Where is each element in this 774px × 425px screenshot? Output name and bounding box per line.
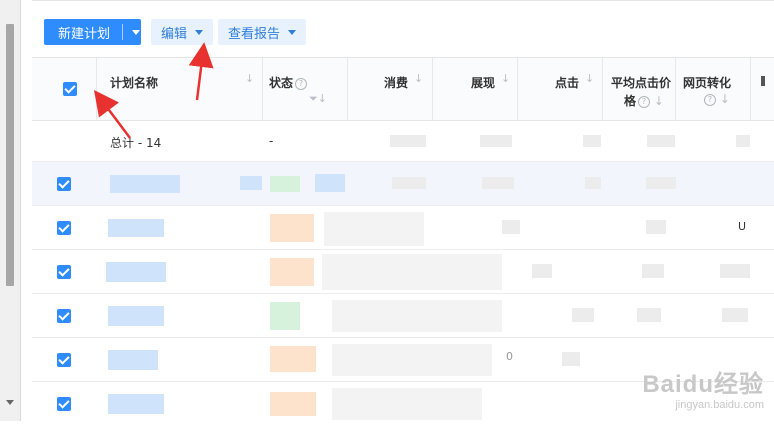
col-status[interactable]: 状态? ⏷↓ bbox=[263, 58, 348, 120]
filter-icon[interactable]: ⏷↓ bbox=[309, 92, 327, 106]
col-more bbox=[751, 58, 774, 120]
table-header: 计划名称 ↓ 状态? ⏷↓ 消费 ↓ 展现 ↓ 点击 ↓ 平均点击价 格? ↓ … bbox=[32, 58, 774, 121]
col-impressions[interactable]: 展现 ↓ bbox=[433, 58, 518, 120]
toolbar: 新建计划 编辑 查看报告 bbox=[32, 0, 774, 57]
chevron-down-icon bbox=[288, 29, 297, 35]
help-icon[interactable]: ? bbox=[704, 94, 716, 106]
total-label: 总计 - 14 bbox=[110, 136, 162, 150]
col-spend[interactable]: 消费 ↓ bbox=[348, 58, 433, 120]
chevron-down-icon[interactable] bbox=[132, 29, 140, 35]
plan-name-link[interactable] bbox=[110, 175, 180, 193]
plan-name-link[interactable] bbox=[108, 306, 164, 326]
status-badge bbox=[270, 346, 316, 372]
sort-arrow-icon[interactable]: ↓ bbox=[245, 72, 254, 85]
vertical-scrollbar[interactable] bbox=[0, 0, 21, 421]
table-row[interactable] bbox=[32, 250, 774, 294]
sort-arrow-icon[interactable]: ↓ bbox=[585, 72, 594, 85]
table-row[interactable] bbox=[32, 294, 774, 338]
row-checkbox[interactable] bbox=[57, 397, 71, 411]
scrollbar-thumb[interactable] bbox=[6, 24, 14, 286]
conversion-value: U bbox=[738, 220, 747, 233]
status-badge bbox=[270, 258, 314, 286]
watermark-brand: Baidu经验 bbox=[642, 371, 764, 398]
plan-name-link[interactable] bbox=[108, 394, 164, 414]
row-checkbox[interactable] bbox=[57, 221, 71, 235]
plan-name-link[interactable] bbox=[108, 350, 158, 370]
new-plan-label: 新建计划 bbox=[58, 26, 111, 42]
table-row[interactable]: U bbox=[32, 206, 774, 250]
new-plan-button[interactable]: 新建计划 bbox=[44, 19, 141, 45]
view-report-button[interactable]: 查看报告 bbox=[218, 19, 307, 45]
spend-value: 0 bbox=[506, 350, 513, 363]
edit-dropdown-button[interactable]: 编辑 bbox=[151, 19, 214, 45]
button-separator bbox=[122, 24, 123, 40]
watermark: Baidu经验 jingyan.baidu.com bbox=[642, 364, 764, 411]
status-badge bbox=[270, 176, 300, 192]
plan-name-link[interactable] bbox=[108, 219, 164, 237]
plan-name-link[interactable] bbox=[106, 262, 166, 282]
row-checkbox[interactable] bbox=[57, 265, 71, 279]
table-total-row: 总计 - 14 - bbox=[32, 121, 774, 162]
status-badge bbox=[270, 392, 316, 416]
col-web-conversion[interactable]: 网页转化 ? ↓ bbox=[676, 58, 751, 120]
row-checkbox[interactable] bbox=[57, 353, 71, 367]
edit-label: 编辑 bbox=[161, 26, 188, 42]
sort-arrow-icon[interactable]: ↓ bbox=[650, 94, 664, 108]
scroll-down-arrow-icon[interactable] bbox=[6, 400, 14, 405]
help-icon[interactable]: ? bbox=[638, 96, 651, 108]
help-icon[interactable]: ? bbox=[295, 78, 308, 90]
col-clicks[interactable]: 点击 ↓ bbox=[518, 58, 603, 120]
total-status: - bbox=[269, 134, 274, 148]
row-checkbox[interactable] bbox=[57, 177, 71, 191]
watermark-url: jingyan.baidu.com bbox=[675, 399, 764, 411]
sort-arrow-icon[interactable]: ↓ bbox=[716, 92, 730, 106]
status-badge bbox=[270, 302, 300, 330]
sort-arrow-icon[interactable]: ↓ bbox=[501, 72, 510, 85]
col-plan-name[interactable]: 计划名称 ↓ bbox=[97, 58, 263, 120]
row-checkbox[interactable] bbox=[57, 309, 71, 323]
sort-arrow-icon[interactable]: ↓ bbox=[414, 72, 423, 85]
table-row[interactable] bbox=[32, 162, 774, 206]
view-report-label: 查看报告 bbox=[228, 26, 281, 42]
col-avg-cpc[interactable]: 平均点击价 格? ↓ bbox=[603, 58, 676, 120]
select-all-checkbox[interactable] bbox=[63, 82, 77, 96]
status-badge bbox=[270, 214, 314, 242]
chevron-down-icon bbox=[195, 29, 204, 35]
